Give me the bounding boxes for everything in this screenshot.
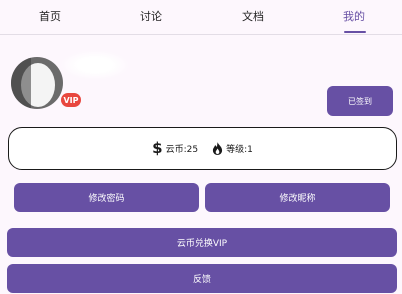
active-tab-indicator: [344, 31, 366, 33]
feedback-button[interactable]: 反馈: [7, 264, 397, 293]
change-password-button[interactable]: 修改密码: [14, 183, 199, 212]
avatar[interactable]: [11, 57, 63, 109]
change-nickname-button[interactable]: 修改昵称: [205, 183, 390, 212]
flame-icon: [212, 142, 223, 155]
dollar-icon: $: [152, 139, 163, 157]
tab-mine[interactable]: 我的: [343, 8, 365, 24]
tab-discussion[interactable]: 讨论: [140, 8, 162, 24]
avatar-shadow: [11, 57, 31, 109]
vip-badge: VIP: [61, 93, 81, 107]
coins-stat: $ 云币:25: [152, 141, 198, 156]
tab-home[interactable]: 首页: [39, 8, 61, 24]
redeem-vip-button[interactable]: 云币兑换VIP: [7, 228, 397, 257]
coins-label: 云币:25: [165, 145, 199, 155]
level-label: 等级:1: [226, 145, 253, 155]
signin-button[interactable]: 已签到: [327, 86, 393, 116]
tab-docs[interactable]: 文档: [242, 8, 264, 24]
username-blurred: [60, 50, 130, 80]
level-stat: 等级:1: [212, 142, 253, 155]
top-tab-bar: 首页 讨论 文档 我的: [0, 0, 402, 35]
stats-card: $ 云币:25 等级:1: [8, 127, 397, 170]
